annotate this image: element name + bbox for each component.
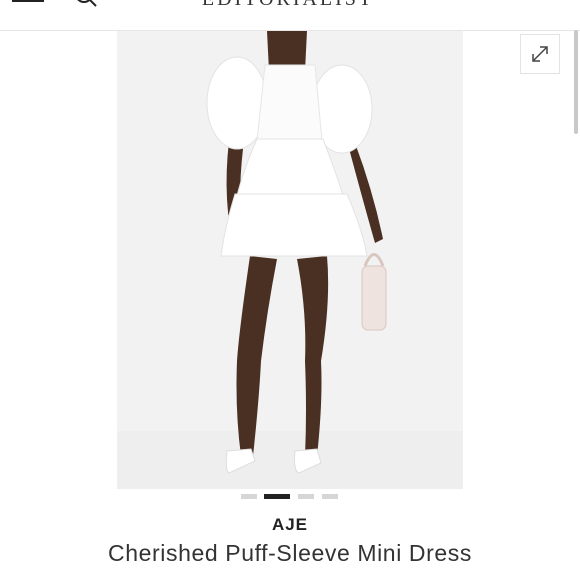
site-logo[interactable]: EDITORIALIST [178, 0, 398, 11]
search-icon[interactable] [74, 0, 98, 8]
product-name: Cherished Puff-Sleeve Mini Dress [108, 540, 472, 566]
carousel-dot-4[interactable] [322, 494, 338, 499]
carousel-dot-3[interactable] [298, 494, 314, 499]
expand-image-button[interactable] [520, 34, 560, 74]
menu-icon-line [12, 0, 44, 2]
menu-icon[interactable] [12, 0, 44, 6]
product-image[interactable] [117, 31, 463, 489]
product-brand[interactable]: AJE [0, 515, 580, 535]
scrollbar[interactable] [574, 30, 578, 134]
carousel-indicators [241, 494, 341, 499]
expand-icon [532, 46, 548, 62]
carousel-dot-2[interactable] [264, 494, 290, 499]
product-photo-illustration [117, 31, 463, 489]
top-nav-bar: EDITORIALIST [0, 0, 580, 31]
shopping-bag-icon[interactable] [487, 0, 511, 4]
carousel-dot-1[interactable] [241, 494, 257, 499]
